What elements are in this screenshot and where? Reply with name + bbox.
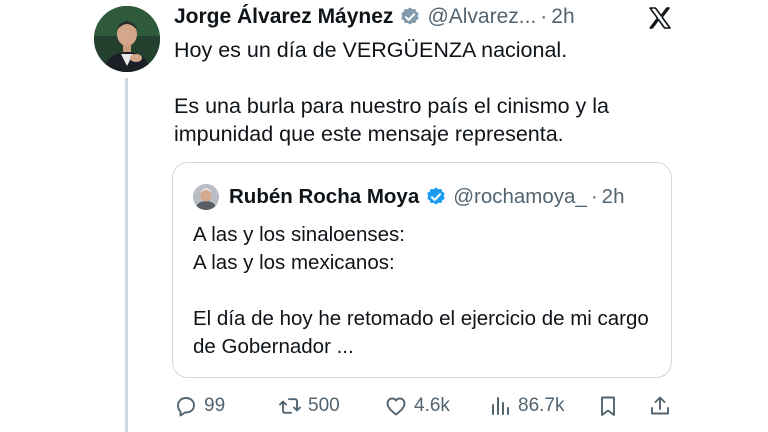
quote-author-avatar[interactable]	[193, 184, 219, 210]
tweet-text-line: Es una burla para nuestro país el cinism…	[174, 94, 610, 146]
share-button[interactable]	[648, 392, 678, 420]
like-icon	[386, 397, 406, 416]
repost-icon	[279, 398, 301, 414]
quote-text-line: A las y los sinaloenses:	[193, 223, 405, 246]
separator-dot: ·	[590, 185, 598, 208]
quote-text-line: A las y los mexicanos:	[193, 251, 395, 274]
tweet-time[interactable]: 2h	[551, 5, 574, 29]
quoted-tweet[interactable]: Rubén Rocha Moya @rochamoya_ · 2h A las …	[172, 162, 672, 378]
views-button[interactable]: 86.7k	[488, 392, 564, 420]
quote-body: A las y los sinaloenses: A las y los mex…	[193, 221, 663, 361]
like-button[interactable]: 4.6k	[384, 392, 450, 420]
thread-line	[125, 78, 128, 432]
tweet-body: Hoy es un día de VERGÜENZA nacional. Es …	[174, 36, 674, 148]
author-avatar[interactable]	[94, 6, 160, 72]
verified-badge-icon	[399, 6, 421, 28]
quote-author-name[interactable]: Rubén Rocha Moya	[229, 185, 419, 209]
bookmark-button[interactable]	[596, 392, 626, 420]
action-bar: 99 500 4.6k 86.7k	[174, 392, 674, 420]
reply-count: 99	[204, 395, 226, 416]
like-count: 4.6k	[414, 395, 450, 416]
repost-count: 500	[308, 395, 340, 416]
author-handle[interactable]: @Alvarez...	[427, 5, 536, 29]
quote-text-line: El día de hoy he retomado el ejercicio d…	[193, 307, 649, 358]
x-logo-icon[interactable]	[648, 6, 672, 30]
reply-icon	[177, 397, 195, 417]
author-name[interactable]: Jorge Álvarez Máynez	[174, 5, 393, 29]
tweet-header: Jorge Álvarez Máynez @Alvarez... · 2h	[174, 2, 575, 32]
share-icon	[651, 396, 669, 415]
tweet-text-line: Hoy es un día de VERGÜENZA nacional.	[174, 38, 568, 62]
quote-time[interactable]: 2h	[602, 185, 625, 209]
verified-badge-icon	[425, 186, 447, 208]
quote-author-handle[interactable]: @rochamoya_	[453, 185, 587, 209]
separator-dot: ·	[540, 5, 548, 28]
quote-header: Rubén Rocha Moya @rochamoya_ · 2h	[193, 183, 624, 211]
views-count: 86.7k	[518, 395, 565, 416]
reply-button[interactable]: 99	[174, 392, 225, 420]
bookmark-icon	[601, 396, 615, 416]
views-icon	[492, 397, 509, 415]
repost-button[interactable]: 500	[278, 392, 340, 420]
